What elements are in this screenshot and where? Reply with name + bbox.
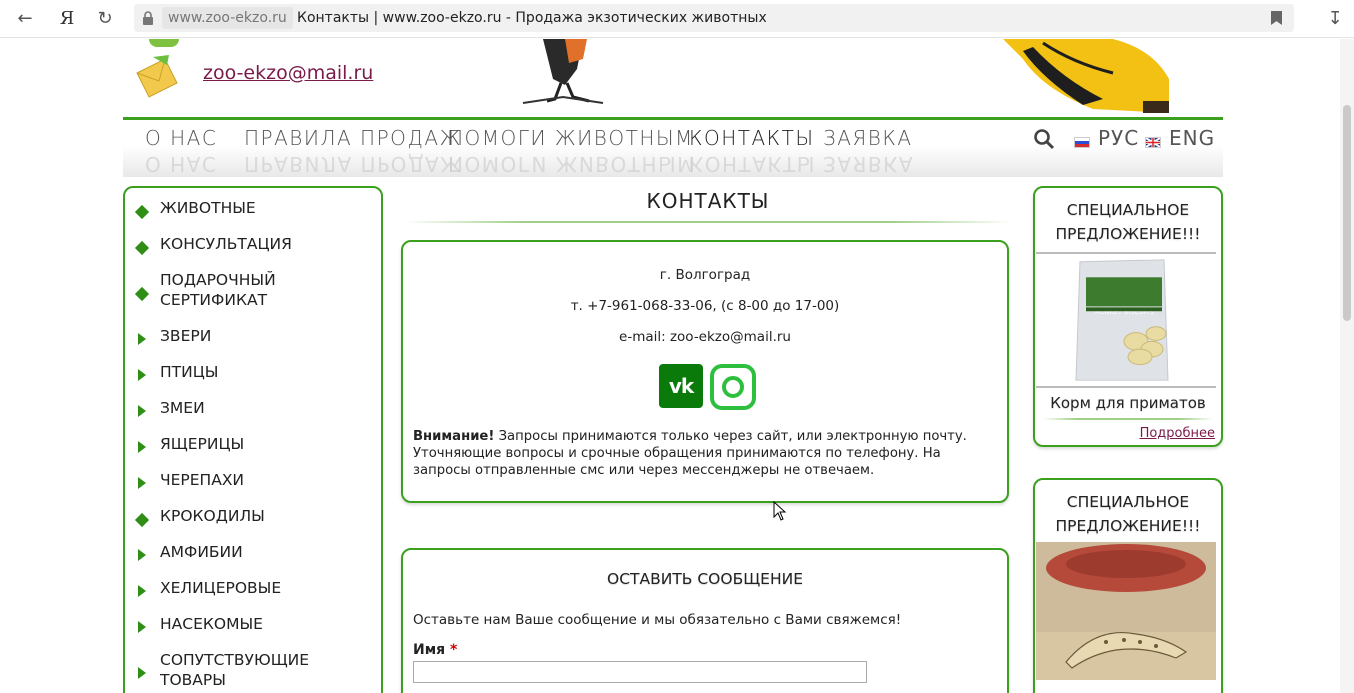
vk-icon-label: vk bbox=[668, 374, 694, 398]
nav-item-request[interactable]: ЗАЯВКА bbox=[823, 126, 913, 150]
sidebar-item-label: ЯЩЕРИЦЫ bbox=[160, 435, 245, 453]
bookmark-icon[interactable] bbox=[1271, 11, 1282, 25]
contact-phone: т. +7-961-068-33-06, (с 8-00 до 17-00) bbox=[570, 298, 840, 314]
mouse-cursor-icon bbox=[773, 501, 787, 521]
scrollbar-thumb[interactable] bbox=[1343, 105, 1351, 321]
nav-reflection: КОНТАКТЫ bbox=[689, 152, 816, 176]
diamond-bullet-icon bbox=[134, 204, 150, 220]
name-field-label: Имя * bbox=[413, 642, 457, 658]
diamond-bullet-icon bbox=[134, 512, 150, 528]
nav-reflection: ПОМОГИ ЖИВОТНЫМ bbox=[448, 152, 696, 176]
nav-item-help-animals[interactable]: ПОМОГИ ЖИВОТНЫМ bbox=[448, 126, 694, 150]
instagram-lens bbox=[722, 376, 744, 398]
warning-text: Запросы принимаются только через сайт, и… bbox=[413, 429, 967, 478]
main-navigation: О НАС ПРАВИЛА ПРОДАЖ ПОМОГИ ЖИВОТНЫМ КОН… bbox=[123, 117, 1223, 177]
download-icon[interactable]: ↧ bbox=[1322, 6, 1348, 32]
form-title: ОСТАВИТЬ СООБЩЕНИЕ bbox=[607, 570, 803, 588]
sidebar-item-label: ХЕЛИЦЕРОВЫЕ bbox=[160, 579, 282, 597]
browser-toolbar: ← Я ↻ www.zoo-ekzo.ru Контакты | www.zoo… bbox=[0, 0, 1354, 38]
bird-image-right bbox=[1003, 39, 1169, 113]
nav-reflection: ПРАВИЛА ПРОДАЖ bbox=[244, 152, 464, 176]
triangle-bullet-icon bbox=[138, 405, 146, 417]
bird-image-left bbox=[522, 39, 604, 104]
address-page-title: Контакты | www.zoo-ekzo.ru - Продажа экз… bbox=[297, 10, 767, 26]
triangle-bullet-icon bbox=[138, 369, 146, 381]
search-icon[interactable] bbox=[1033, 128, 1055, 150]
promo-title: СПЕЦИАЛЬНОЕ ПРЕДЛОЖЕНИЕ!!! bbox=[1055, 493, 1201, 535]
nav-item-contacts[interactable]: КОНТАКТЫ bbox=[689, 126, 815, 150]
nav-reflection: О НАС bbox=[145, 152, 218, 176]
page-title: КОНТАКТЫ bbox=[646, 189, 770, 213]
name-label-text: Имя bbox=[413, 642, 446, 658]
nav-item-about[interactable]: О НАС bbox=[145, 126, 217, 150]
triangle-bullet-icon bbox=[138, 621, 146, 633]
sidebar-item-label: КОНСУЛЬТАЦИЯ bbox=[160, 235, 292, 253]
triangle-bullet-icon bbox=[138, 585, 146, 597]
reload-icon[interactable]: ↻ bbox=[92, 6, 118, 32]
contact-city: г. Волгоград bbox=[659, 267, 751, 283]
triangle-bullet-icon bbox=[138, 333, 146, 345]
yandex-logo-icon[interactable]: Я bbox=[54, 6, 80, 32]
uk-flag-icon[interactable] bbox=[1145, 137, 1161, 148]
contacts-box: г. Волгоград т. +7-961-068-33-06, (с 8-0… bbox=[401, 240, 1009, 503]
vk-icon[interactable]: vk bbox=[659, 364, 703, 408]
sidebar-item-label: ПТИЦЫ bbox=[160, 363, 219, 381]
promo-card: СПЕЦИАЛЬНОЕ ПРЕДЛОЖЕНИЕ!!! bbox=[1033, 478, 1223, 693]
promo-product-name[interactable]: Корм для приматов bbox=[1035, 394, 1221, 412]
triangle-bullet-icon bbox=[138, 477, 146, 489]
sidebar-item-label: НАСЕКОМЫЕ bbox=[160, 615, 263, 633]
sidebar-item-label: ПОДАРОЧНЫЙ СЕРТИФИКАТ bbox=[160, 271, 276, 309]
address-bar[interactable]: www.zoo-ekzo.ru Контакты | www.zoo-ekzo.… bbox=[134, 4, 1294, 32]
name-field[interactable] bbox=[413, 661, 867, 683]
contact-warning: Внимание! Запросы принимаются только чер… bbox=[413, 428, 998, 479]
diamond-bullet-icon bbox=[134, 240, 150, 256]
gecko-product-image[interactable] bbox=[1036, 542, 1216, 680]
instagram-icon[interactable] bbox=[710, 364, 756, 410]
site-header: zoo-ekzo@mail.ru bbox=[123, 39, 1223, 119]
diamond-bullet-icon bbox=[134, 286, 150, 302]
category-sidebar: ЖИВОТНЫЕ КОНСУЛЬТАЦИЯ ПОДАРОЧНЫЙ СЕРТИФИ… bbox=[123, 186, 383, 693]
sidebar-item-label: ЗВЕРИ bbox=[160, 327, 212, 345]
promo-title: СПЕЦИАЛЬНОЕ ПРЕДЛОЖЕНИЕ!!! bbox=[1055, 201, 1201, 243]
page-content: zoo-ekzo@mail.ru О НАС ПРАВИЛА ПРОДАЖ ПО… bbox=[0, 39, 1354, 693]
nav-reflection: ЗАЯВКА bbox=[823, 152, 915, 176]
title-divider bbox=[404, 221, 1012, 223]
envelope-icon bbox=[136, 55, 178, 98]
sidebar-item-label: ЧЕРЕПАХИ bbox=[160, 471, 245, 489]
monkey-biscuits-product-image[interactable]: MONKEY BISCUITS bbox=[1036, 252, 1216, 388]
russian-flag-icon[interactable] bbox=[1074, 137, 1090, 148]
message-form: ОСТАВИТЬ СООБЩЕНИЕ Оставьте нам Ваше соо… bbox=[401, 548, 1009, 693]
sidebar-item-label: АМФИБИИ bbox=[160, 543, 243, 561]
required-mark: * bbox=[450, 642, 458, 658]
nav-item-rules[interactable]: ПРАВИЛА ПРОДАЖ bbox=[244, 126, 462, 150]
sidebar-item-label: ЗМЕИ bbox=[160, 399, 205, 417]
sidebar-item-label: ЖИВОТНЫЕ bbox=[160, 199, 256, 217]
form-description: Оставьте нам Ваше сообщение и мы обязате… bbox=[413, 612, 902, 628]
lock-icon bbox=[143, 11, 153, 25]
contact-email: e-mail: zoo-ekzo@mail.ru bbox=[619, 329, 791, 345]
promo-card: СПЕЦИАЛЬНОЕ ПРЕДЛОЖЕНИЕ!!! MONKEY BISCUI… bbox=[1033, 186, 1223, 447]
warning-title: Внимание! bbox=[413, 429, 495, 444]
triangle-bullet-icon bbox=[138, 441, 146, 453]
header-decoration bbox=[149, 39, 179, 47]
sidebar-item-label: СОПУТСТВУЮЩИЕ ТОВАРЫ bbox=[160, 651, 310, 689]
header-email-link[interactable]: zoo-ekzo@mail.ru bbox=[203, 62, 373, 84]
back-arrow-icon[interactable]: ← bbox=[12, 6, 38, 32]
triangle-bullet-icon bbox=[138, 549, 146, 561]
lang-en[interactable]: ENG bbox=[1169, 126, 1215, 150]
page-scrollbar[interactable] bbox=[1340, 39, 1354, 693]
sidebar-item-label: КРОКОДИЛЫ bbox=[160, 507, 265, 525]
address-domain: www.zoo-ekzo.ru bbox=[162, 7, 293, 29]
lang-ru[interactable]: РУС bbox=[1098, 126, 1139, 150]
promo-divider bbox=[1043, 418, 1213, 420]
triangle-bullet-icon bbox=[138, 667, 146, 679]
promo-more-link[interactable]: Подробнее bbox=[1140, 426, 1215, 441]
